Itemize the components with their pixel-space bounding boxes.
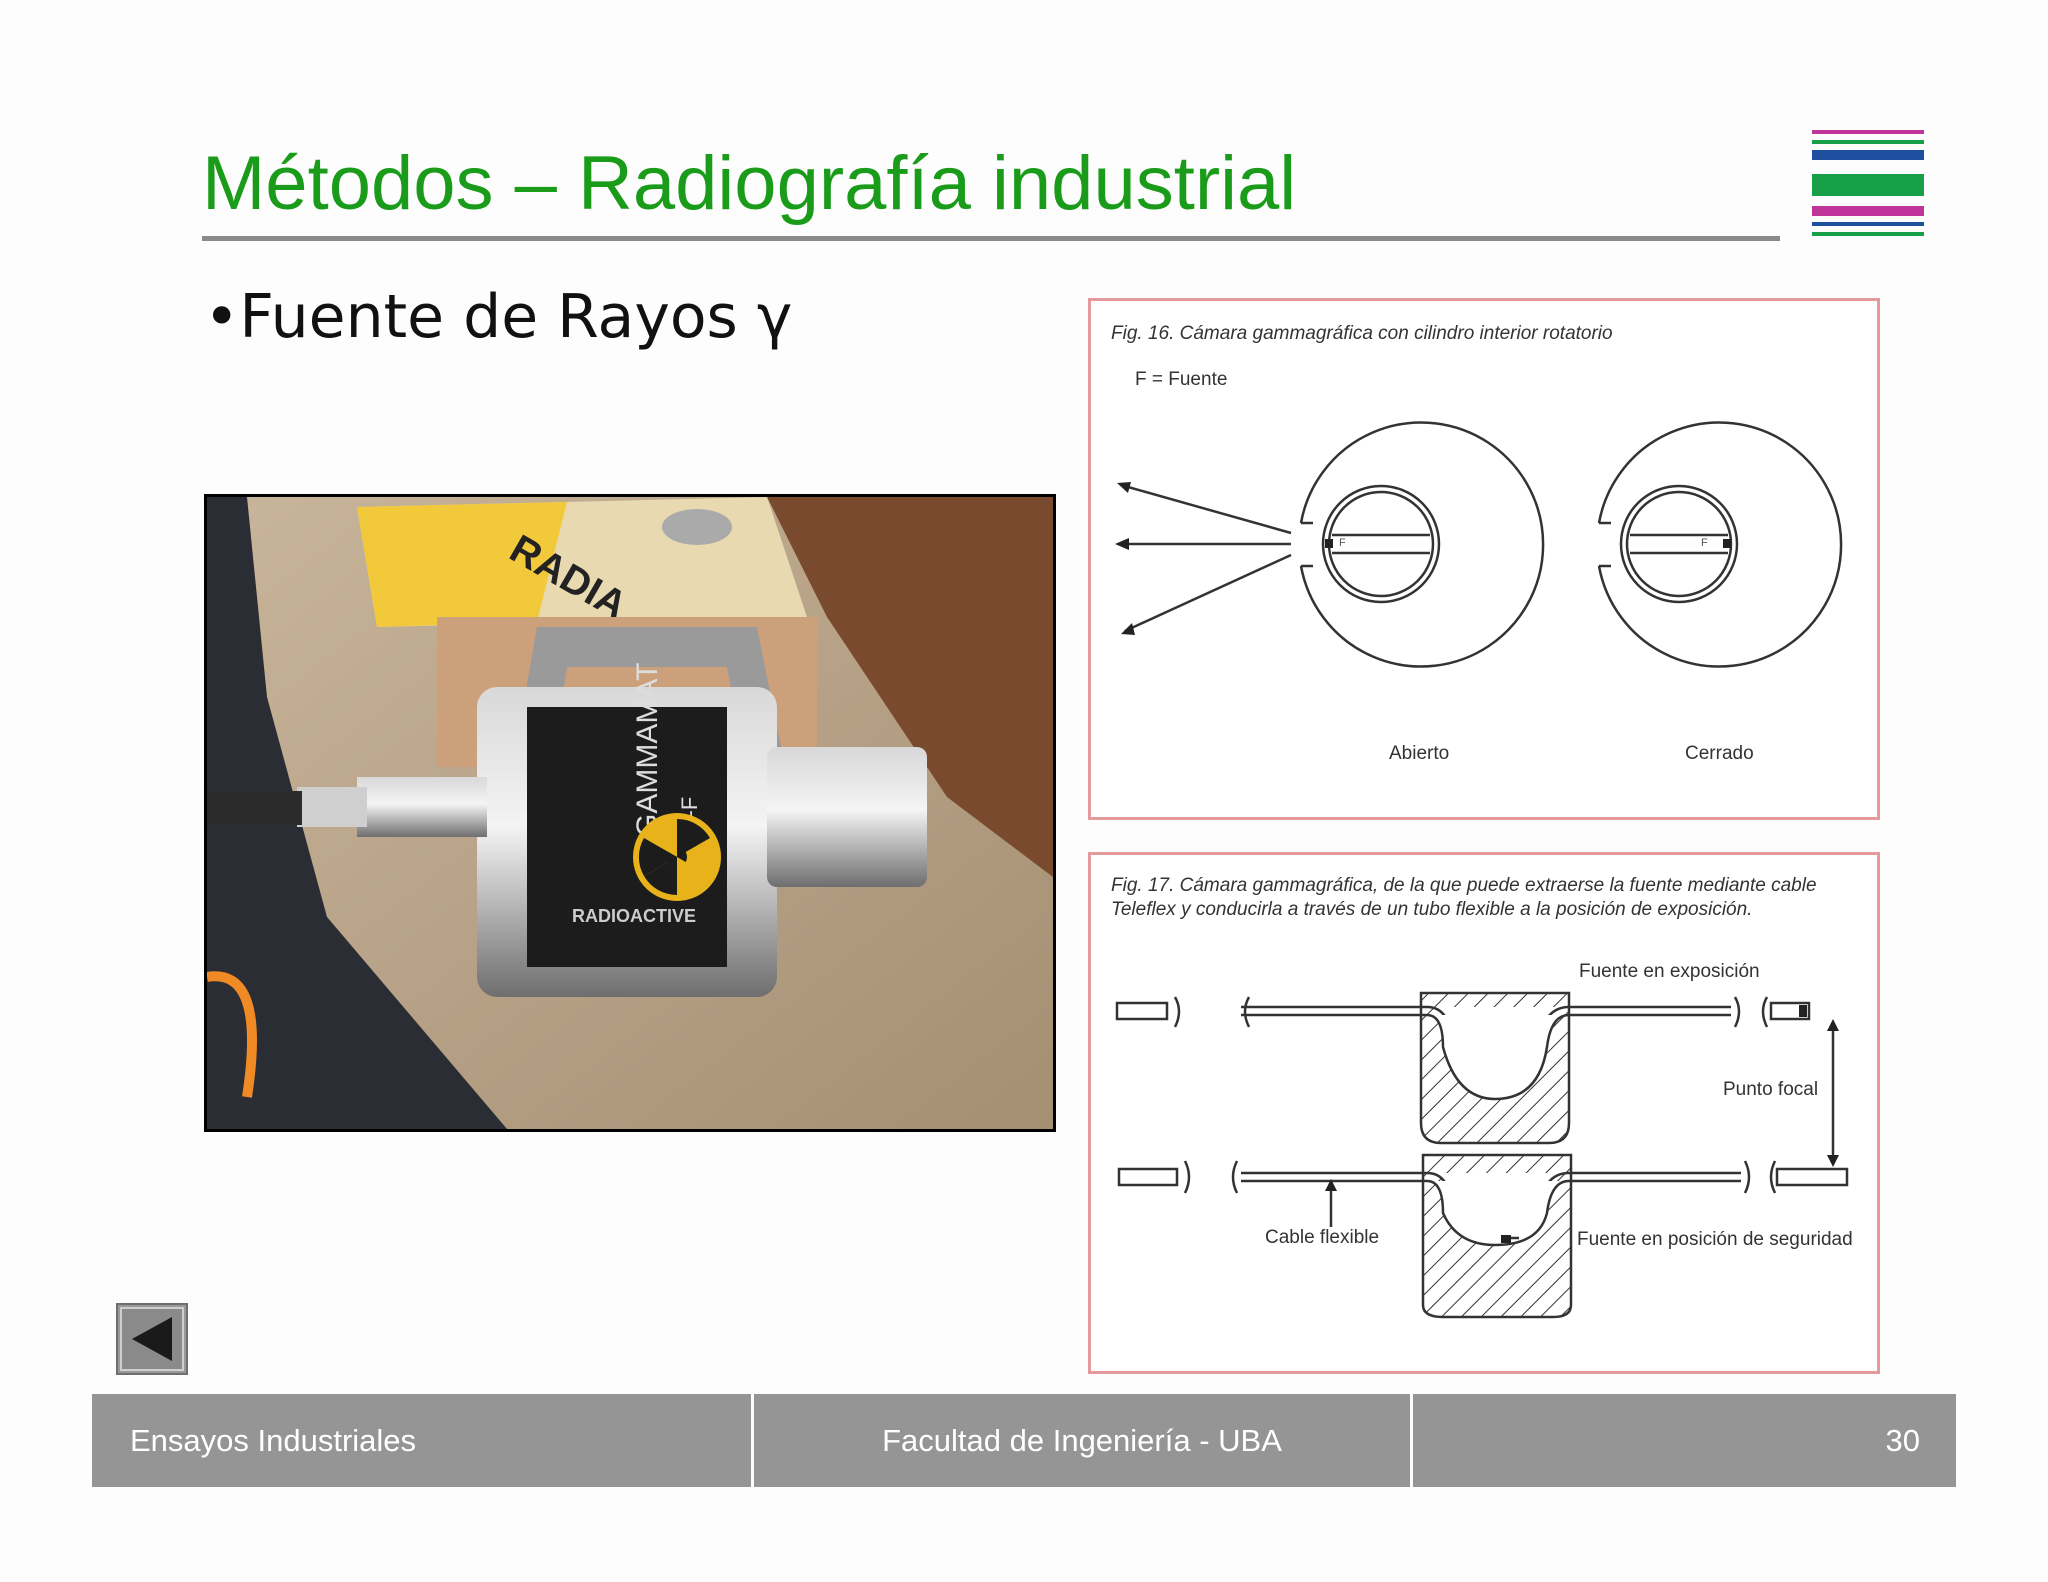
footer-page-number: 30 — [1885, 1422, 1920, 1458]
source-mark-open: F — [1339, 537, 1346, 549]
label-open: Abierto — [1389, 743, 1450, 764]
footer-institution: Facultad de Ingeniería - UBA — [882, 1422, 1282, 1458]
camera-cross-section-svg: F F — [1115, 421, 1843, 668]
bullet-text: •Fuente de Rayos γ — [204, 282, 793, 352]
photo-radioactive-text: RADIOACTIVE — [572, 906, 696, 926]
label-closed: Cerrado — [1685, 743, 1754, 764]
photo-illustration: RADIA GAMMAMAT TI-F RADIOACTIVE — [207, 497, 1053, 1129]
institution-logo — [1812, 130, 1924, 236]
figure-17-diagram: Fig. 17. Cámara gammagráfica, de la que … — [1088, 852, 1880, 1374]
slide-title: Métodos – Radiografía industrial — [202, 141, 1297, 226]
label-focal-point: Punto focal — [1723, 1079, 1819, 1100]
triangle-left-icon — [120, 1307, 184, 1371]
label-flexible-cable: Cable flexible — [1265, 1227, 1380, 1248]
previous-slide-button[interactable] — [116, 1303, 188, 1375]
label-source-safe: Fuente en posición de seguridad — [1577, 1229, 1853, 1250]
photo-brand-text: GAMMAMAT — [631, 663, 664, 837]
source-mark-closed: F — [1701, 537, 1708, 549]
footer-course: Ensayos Industriales — [130, 1422, 417, 1458]
gamma-camera-photo: RADIA GAMMAMAT TI-F RADIOACTIVE — [204, 494, 1056, 1132]
cable-diagram-svg — [1115, 991, 1849, 1319]
label-source-exposure: Fuente en exposición — [1579, 961, 1760, 982]
figure-16-diagram: Fig. 16. Cámara gammagráfica con cilindr… — [1088, 298, 1880, 820]
title-divider — [202, 236, 1780, 241]
slide-footer: Ensayos Industriales Facultad de Ingenie… — [92, 1394, 1956, 1487]
